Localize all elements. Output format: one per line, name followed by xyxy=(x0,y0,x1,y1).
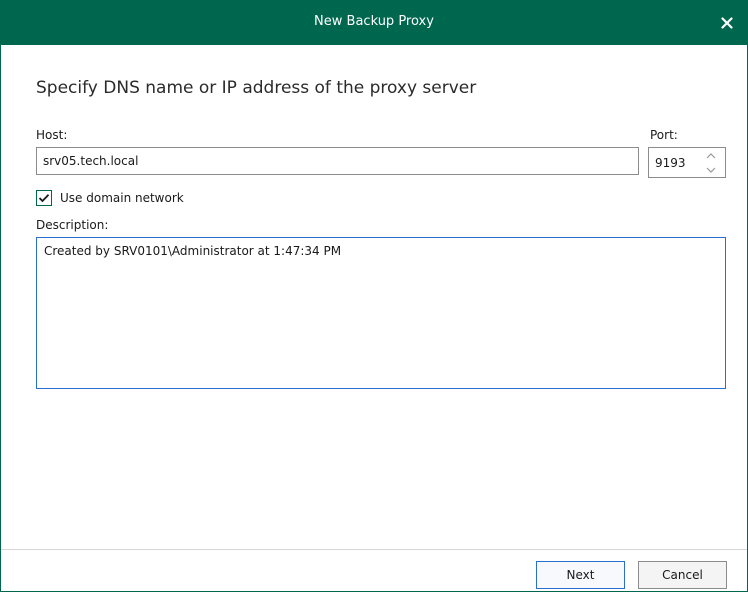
port-input-value: 9193 xyxy=(655,156,686,170)
footer-divider xyxy=(1,549,747,550)
host-input-value: srv05.tech.local xyxy=(43,154,139,168)
port-label: Port: xyxy=(650,128,678,142)
host-label: Host: xyxy=(36,128,68,142)
next-button[interactable]: Next xyxy=(536,561,625,589)
description-textarea[interactable]: Created by SRV0101\Administrator at 1:47… xyxy=(36,237,726,389)
port-spin-buttons xyxy=(697,148,725,177)
title-bar: New Backup Proxy xyxy=(1,1,747,45)
window-title: New Backup Proxy xyxy=(314,14,434,29)
port-stepper[interactable]: 9193 xyxy=(648,147,726,178)
port-decrement-button[interactable] xyxy=(697,163,725,177)
use-domain-network-checkbox[interactable] xyxy=(36,190,52,206)
cancel-button[interactable]: Cancel xyxy=(638,561,727,589)
close-button[interactable] xyxy=(713,9,741,37)
host-input[interactable]: srv05.tech.local xyxy=(36,147,639,175)
step-heading: Specify DNS name or IP address of the pr… xyxy=(36,78,477,98)
new-backup-proxy-dialog: New Backup Proxy Specify DNS name or IP … xyxy=(0,0,748,592)
check-icon xyxy=(38,194,50,203)
description-text: Created by SRV0101\Administrator at 1:47… xyxy=(44,244,342,258)
description-label: Description: xyxy=(36,218,109,232)
use-domain-network-label[interactable]: Use domain network xyxy=(60,191,184,205)
port-increment-button[interactable] xyxy=(697,149,725,163)
close-icon xyxy=(721,17,733,29)
chevron-up-icon xyxy=(706,153,716,159)
chevron-down-icon xyxy=(706,167,716,173)
